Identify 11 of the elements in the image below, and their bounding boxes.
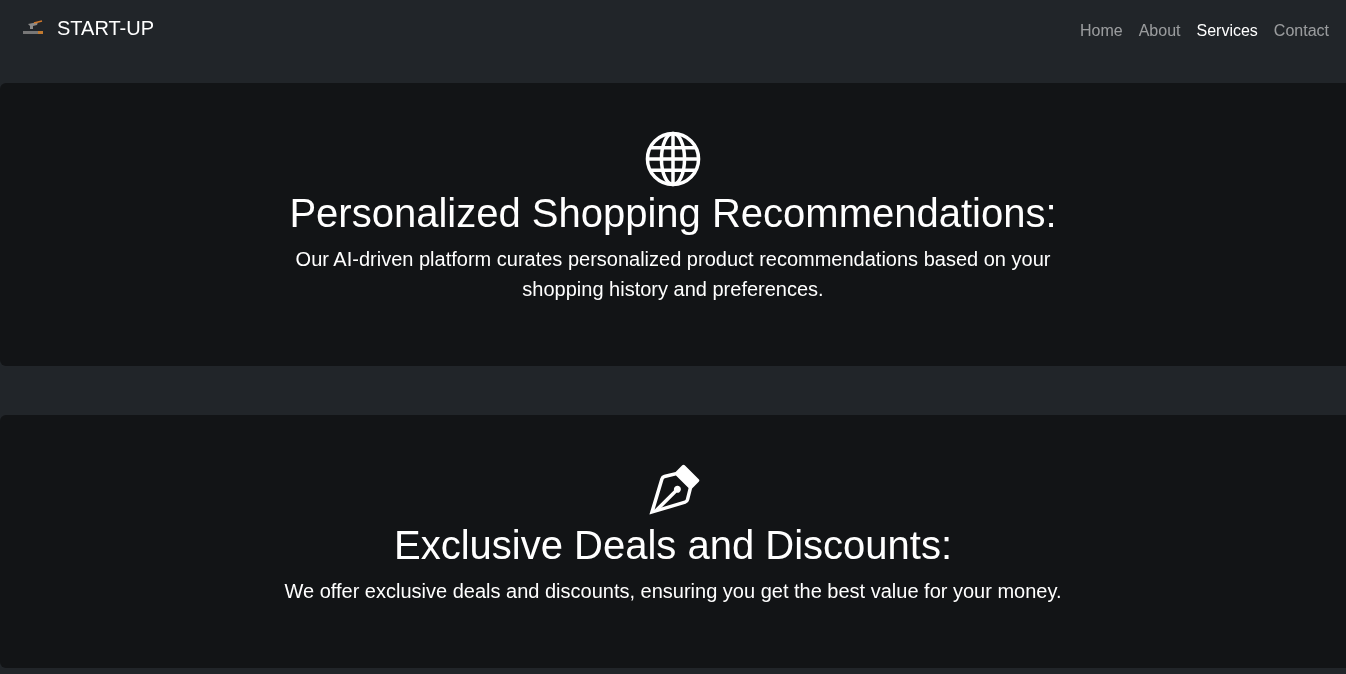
service-title: Personalized Shopping Recommendations: [289,190,1057,237]
brand-name[interactable]: START-UP [57,16,155,40]
service-description: We offer exclusive deals and discounts, ensuring you get the best value for your money. [284,579,1062,604]
nav-link[interactable]: Home [1072,14,1131,48]
logo-icon[interactable] [22,20,44,36]
nav-link[interactable]: Contact [1265,14,1337,48]
nav-link[interactable]: About [1130,14,1189,48]
service-title: Exclusive Deals and Discounts: [394,522,952,569]
nav-link[interactable]: Services [1188,14,1266,48]
globe-icon [645,131,701,187]
service-description: Our AI-driven platform curates personalized product recommendations based on your shopping history and preferences. [294,247,1052,302]
